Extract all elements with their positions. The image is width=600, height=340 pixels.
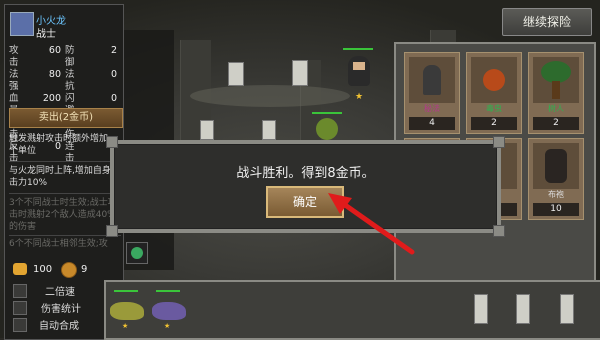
bench-bar: ★ ★	[104, 280, 600, 340]
damage-stats-label: 伤害统计	[41, 304, 81, 315]
stat-row: 法强 80 法抗 0	[9, 69, 121, 93]
double-speed-label: 二倍速	[45, 287, 75, 298]
coins-count: 9	[81, 264, 88, 275]
statue-unit[interactable]	[200, 120, 214, 140]
auto-merge-label: 自动合成	[39, 321, 79, 332]
star-rank-icon: ★	[122, 322, 129, 330]
dialog-message: 战斗胜利。得到8金币。	[236, 166, 375, 181]
synergy-desc-1: 3个不同战士时生效;战士攻击时溅射2个敌人造成40%的伤害	[9, 198, 117, 232]
skill-desc-2: 与火龙同时上阵,增加自身攻击力10%	[9, 166, 120, 188]
bug-icon	[471, 57, 517, 103]
lizard-unit[interactable]	[110, 302, 144, 320]
stat-value: 60	[48, 45, 61, 56]
divider	[9, 161, 121, 162]
statue-unit[interactable]	[262, 120, 276, 140]
goblin-hp-bar	[312, 112, 342, 114]
statue-unit[interactable]	[292, 60, 308, 86]
hearts-count: 100	[33, 264, 53, 275]
goblin-unit[interactable]	[316, 118, 338, 140]
dialog-corner	[493, 136, 505, 148]
stat-value: 80	[48, 69, 61, 80]
potion-icon	[131, 247, 143, 259]
shop-card[interactable]: 秘法 4	[404, 52, 460, 134]
dialog-corner	[106, 136, 118, 148]
stat-value: 0	[110, 69, 117, 80]
treant-icon	[533, 57, 579, 103]
card-name: 毒虫	[486, 104, 502, 113]
statue-unit[interactable]	[474, 294, 488, 324]
card-price: 2	[471, 117, 517, 130]
damage-stats-checkbox[interactable]	[13, 301, 27, 315]
stat-label: 法抗	[65, 69, 75, 92]
hero-class: 战士	[36, 29, 56, 40]
bench-hp-bar	[114, 290, 138, 292]
auto-merge-checkbox[interactable]	[13, 318, 27, 332]
statue-unit[interactable]	[228, 62, 244, 86]
beast-unit[interactable]	[152, 302, 186, 320]
stat-label: 攻击	[9, 45, 19, 68]
card-name: 秘法	[424, 104, 440, 113]
potion-slot[interactable]	[126, 242, 148, 264]
bench-hp-bar	[156, 290, 180, 292]
heart-icon	[13, 263, 27, 275]
sell-button[interactable]: 卖出(2金币)	[9, 108, 123, 128]
dialog-corner	[493, 225, 505, 237]
ninja-unit[interactable]	[348, 56, 370, 86]
robe-icon	[533, 143, 579, 189]
dialog-corner	[106, 225, 118, 237]
statue-unit[interactable]	[560, 294, 574, 324]
card-name: 布袍	[548, 190, 564, 199]
star-rank-icon: ★	[355, 92, 364, 102]
synergy-desc-2: 6个不同战士相邻生效;攻	[9, 239, 108, 249]
hero-portrait-icon	[10, 12, 34, 36]
card-price: 2	[533, 117, 579, 130]
continue-explore-button[interactable]: 继续探险	[502, 8, 592, 36]
unit-header: 小火龙 战士	[8, 8, 120, 42]
wizard-icon	[409, 57, 455, 103]
stat-value: 2	[110, 45, 117, 56]
ninja-hp-bar	[343, 48, 373, 50]
divider	[9, 193, 121, 194]
star-rank-icon: ★	[164, 322, 171, 330]
stat-label: 防御	[65, 45, 75, 68]
shop-card[interactable]: 毒虫 2	[466, 52, 522, 134]
victory-dialog: 战斗胜利。得到8金币。 确定	[106, 136, 505, 237]
shop-card[interactable]: 布袍 10	[528, 138, 584, 220]
stat-row: 攻击 60 防御 2	[9, 45, 121, 69]
shop-card[interactable]: 树人 2	[528, 52, 584, 134]
card-price: 4	[409, 117, 455, 130]
skill-desc-1: 触发溅射攻击时额外增加一个单位	[9, 134, 118, 156]
divider	[9, 235, 121, 236]
red-arrow-icon	[328, 193, 415, 255]
double-speed-checkbox[interactable]	[13, 284, 27, 298]
stat-label: 法强	[9, 69, 19, 92]
card-price: 10	[533, 203, 579, 216]
statue-unit[interactable]	[516, 294, 530, 324]
card-name: 树人	[548, 104, 564, 113]
coin-icon	[61, 262, 77, 278]
